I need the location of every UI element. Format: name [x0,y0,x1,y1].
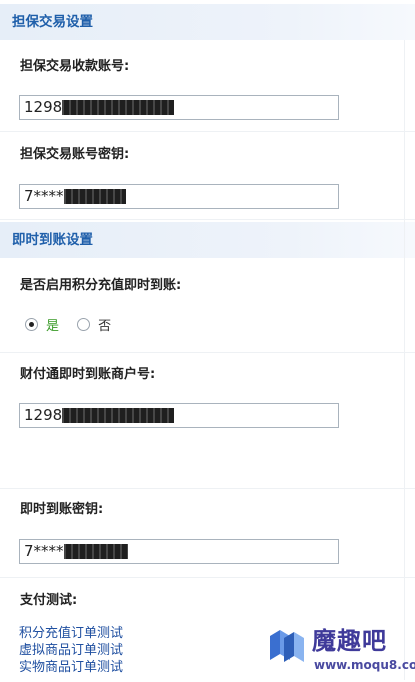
escrow-settings-header: 担保交易设置 [0,4,415,40]
redaction-mask [63,189,126,204]
payment-test-label: 支付测试: [20,593,78,608]
divider [0,219,415,220]
escrow-key-field[interactable]: 7**** [19,184,339,209]
radio-yes-label: 是 [46,319,60,334]
merchant-id-field[interactable]: 1298 [19,403,339,428]
watermark: 魔趣吧 www.moqu8.com [268,624,415,682]
divider [0,577,415,578]
physical-goods-test-link[interactable]: 实物商品订单测试 [19,660,123,676]
escrow-key-value: 7**** [24,187,64,205]
escrow-account-field[interactable]: 1298 [19,95,339,120]
moqu8-logo-icon [270,630,304,662]
radio-no[interactable]: 否 [77,318,111,336]
radio-unchecked-icon [77,318,91,331]
watermark-title: 魔趣吧 [312,627,387,655]
escrow-account-value: 1298 [24,98,63,116]
merchant-id-value: 1298 [24,406,63,424]
merchant-id-label: 财付通即时到账商户号: [20,367,156,382]
radio-yes[interactable]: 是 [25,318,59,336]
redaction-mask [62,100,175,115]
redaction-mask [63,544,128,559]
escrow-account-label: 担保交易收款账号: [20,59,130,74]
redaction-mask [62,408,175,423]
divider [0,488,415,489]
instant-key-field[interactable]: 7**** [19,539,339,564]
instant-enable-label: 是否启用积分充值即时到账: [20,278,182,293]
radio-checked-icon [25,318,38,331]
instant-enable-radio-group: 是 否 [25,318,125,336]
radio-no-label: 否 [98,319,112,334]
content-border [404,40,405,680]
virtual-goods-test-link[interactable]: 虚拟商品订单测试 [19,643,123,659]
divider [0,131,415,132]
watermark-url: www.moqu8.com [314,658,415,672]
escrow-key-label: 担保交易账号密钥: [20,147,130,162]
divider [0,352,415,353]
instant-key-label: 即时到账密钥: [20,502,104,517]
instant-key-value: 7**** [24,542,64,560]
instant-settings-header: 即时到账设置 [0,222,415,258]
points-recharge-test-link[interactable]: 积分充值订单测试 [19,626,123,642]
